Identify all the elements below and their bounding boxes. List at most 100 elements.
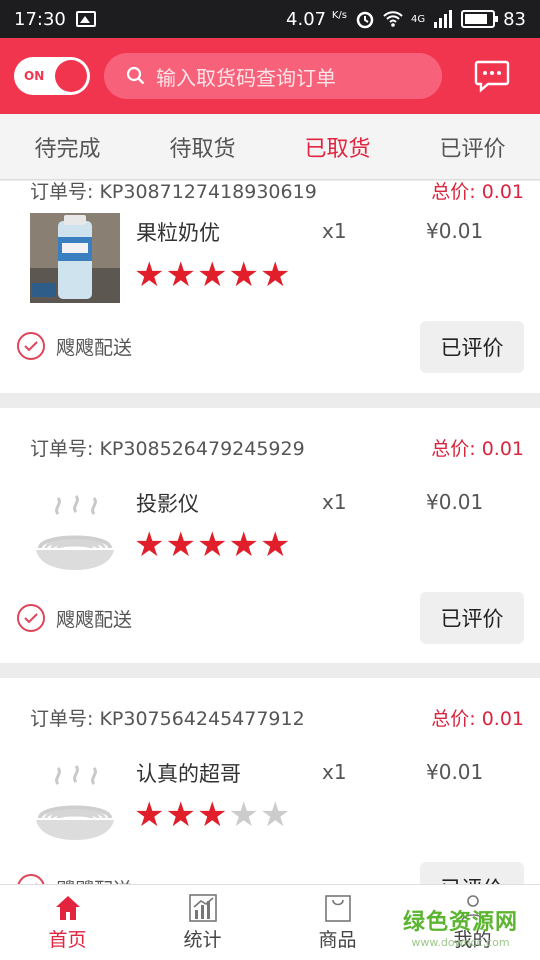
delivery-label: 飕飕配送: [56, 336, 133, 359]
order-total-row: 总价: 0.01: [431, 704, 524, 731]
status-bar: 17:30 4.07 K/s 4G 83: [0, 0, 540, 38]
nav-profile-label: 我的: [453, 929, 492, 951]
image-notification-icon: [75, 11, 96, 27]
search-input[interactable]: 输入取货码查询订单: [104, 53, 442, 99]
order-number-row: 订单号: KP3087127418930619: [30, 181, 317, 204]
star-filled-icon: ★: [134, 525, 165, 565]
nav-home[interactable]: 首页: [0, 885, 135, 960]
order-total-label: 总价:: [431, 438, 476, 460]
online-toggle[interactable]: ON: [14, 57, 90, 95]
search-placeholder: 输入取货码查询订单: [156, 65, 336, 90]
delivery-label: 飕飕配送: [56, 875, 132, 885]
product-price: ¥0.01: [426, 490, 484, 514]
order-header: 订单号: KP307564245477912 总价: 0.01: [30, 704, 524, 731]
nav-products-label: 商品: [318, 929, 357, 951]
order-number-label: 订单号:: [30, 708, 94, 730]
star-filled-icon: ★: [165, 255, 196, 295]
toggle-knob: [55, 60, 87, 92]
order-total: 0.01: [481, 708, 524, 730]
star-filled-icon: ★: [134, 795, 165, 835]
star-filled-icon: ★: [196, 525, 228, 565]
order-number-row: 订单号: KP307564245477912: [30, 704, 305, 731]
top-header: ON 输入取货码查询订单: [0, 38, 540, 114]
order-number-label: 订单号:: [30, 438, 94, 460]
rating-stars: ★ ★ ★ ★ ★: [134, 258, 290, 292]
product-quantity: x1: [322, 219, 347, 243]
nav-profile[interactable]: 我的: [405, 885, 540, 960]
product-name: 果粒奶优: [136, 221, 220, 245]
chat-icon: [474, 60, 510, 93]
search-icon: [126, 66, 145, 85]
check-circle-icon: [17, 874, 45, 884]
star-filled-icon: ★: [228, 255, 259, 295]
order-total: 0.01: [481, 181, 524, 203]
order-total-label: 总价:: [431, 181, 476, 203]
speed-value: 4.07: [286, 8, 327, 30]
product-name: 认真的超哥: [136, 762, 241, 786]
order-number: KP3087127418930619: [99, 181, 317, 203]
check-circle-icon: [17, 332, 45, 360]
home-icon: [55, 896, 80, 920]
battery-icon: [461, 10, 499, 28]
network-type: 4G: [410, 13, 426, 25]
product-name: 投影仪: [136, 492, 199, 516]
status-right: 4.07 K/s 4G 83: [286, 9, 526, 30]
delivery-method: 飕飕配送: [16, 603, 132, 633]
order-list[interactable]: 订单号: KP3087127418930619 总价: 0.01 果粒奶优 x1…: [0, 181, 540, 884]
star-filled-icon: ★: [165, 795, 196, 835]
order-total: 0.01: [481, 438, 524, 460]
reviewed-button[interactable]: 已评价: [420, 862, 524, 884]
order-number-label: 订单号:: [30, 181, 94, 203]
tab-reviewed[interactable]: 已评价: [405, 131, 540, 163]
product-price: ¥0.01: [426, 760, 484, 784]
speed-unit: K/s: [331, 9, 347, 21]
status-time: 17:30: [14, 8, 66, 30]
tab-to-pickup[interactable]: 待取货: [135, 131, 270, 163]
product-quantity: x1: [322, 490, 347, 514]
nav-products[interactable]: 商品: [270, 885, 405, 960]
order-header: 订单号: KP3087127418930619 总价: 0.01: [30, 181, 524, 204]
noodle-placeholder-icon: [36, 765, 114, 840]
star-filled-icon: ★: [259, 255, 291, 295]
delivery-method: 飕飕配送: [16, 331, 132, 361]
order-card: 订单号: KP3087127418930619 总价: 0.01 果粒奶优 x1…: [0, 181, 540, 393]
order-number: KP307564245477912: [99, 708, 305, 730]
order-card: 订单号: KP308526479245929 总价: 0.01 投影仪 x1 ¥…: [0, 408, 540, 663]
delivery-method: 飕飕配送: [16, 873, 132, 884]
tab-picked-up[interactable]: 已取货: [270, 131, 405, 163]
message-button[interactable]: [474, 59, 510, 93]
star-filled-icon: ★: [228, 525, 259, 565]
wifi-icon: [383, 11, 403, 27]
noodle-placeholder-icon: [36, 495, 114, 570]
star-filled-icon: ★: [259, 525, 291, 565]
reviewed-button[interactable]: 已评价: [420, 321, 524, 373]
bag-icon: [324, 895, 351, 922]
star-filled-icon: ★: [165, 525, 196, 565]
chart-icon: [188, 894, 217, 922]
product-photo: [30, 213, 120, 303]
order-total-label: 总价:: [431, 708, 476, 730]
network-speed: 4.07 K/s: [286, 9, 347, 30]
user-icon: [460, 895, 485, 922]
tab-pending[interactable]: 待完成: [0, 131, 135, 163]
reviewed-button[interactable]: 已评价: [420, 592, 524, 644]
alarm-icon: [356, 11, 374, 29]
nav-home-label: 首页: [48, 929, 87, 951]
order-total-row: 总价: 0.01: [431, 434, 524, 461]
order-header: 订单号: KP308526479245929 总价: 0.01: [30, 434, 524, 461]
toggle-label: ON: [24, 69, 45, 83]
nav-stats[interactable]: 统计: [135, 885, 270, 960]
battery-level: 83: [503, 8, 526, 30]
bottom-navigation: 首页 统计 商品 我的: [0, 884, 540, 960]
product-quantity: x1: [322, 760, 347, 784]
rating-stars: ★ ★ ★ ★ ★: [134, 528, 290, 562]
signal-icon: [434, 10, 453, 28]
order-card: 订单号: KP307564245477912 总价: 0.01 认真的超哥 x1…: [0, 678, 540, 884]
star-empty-icon: ★: [228, 795, 259, 835]
rating-stars: ★ ★ ★ ★ ★: [134, 798, 290, 832]
order-number: KP308526479245929: [99, 438, 305, 460]
order-number-row: 订单号: KP308526479245929: [30, 434, 305, 461]
delivery-label: 飕飕配送: [56, 608, 133, 631]
order-status-tabs: 待完成 待取货 已取货 已评价: [0, 114, 540, 180]
star-empty-icon: ★: [259, 795, 291, 835]
